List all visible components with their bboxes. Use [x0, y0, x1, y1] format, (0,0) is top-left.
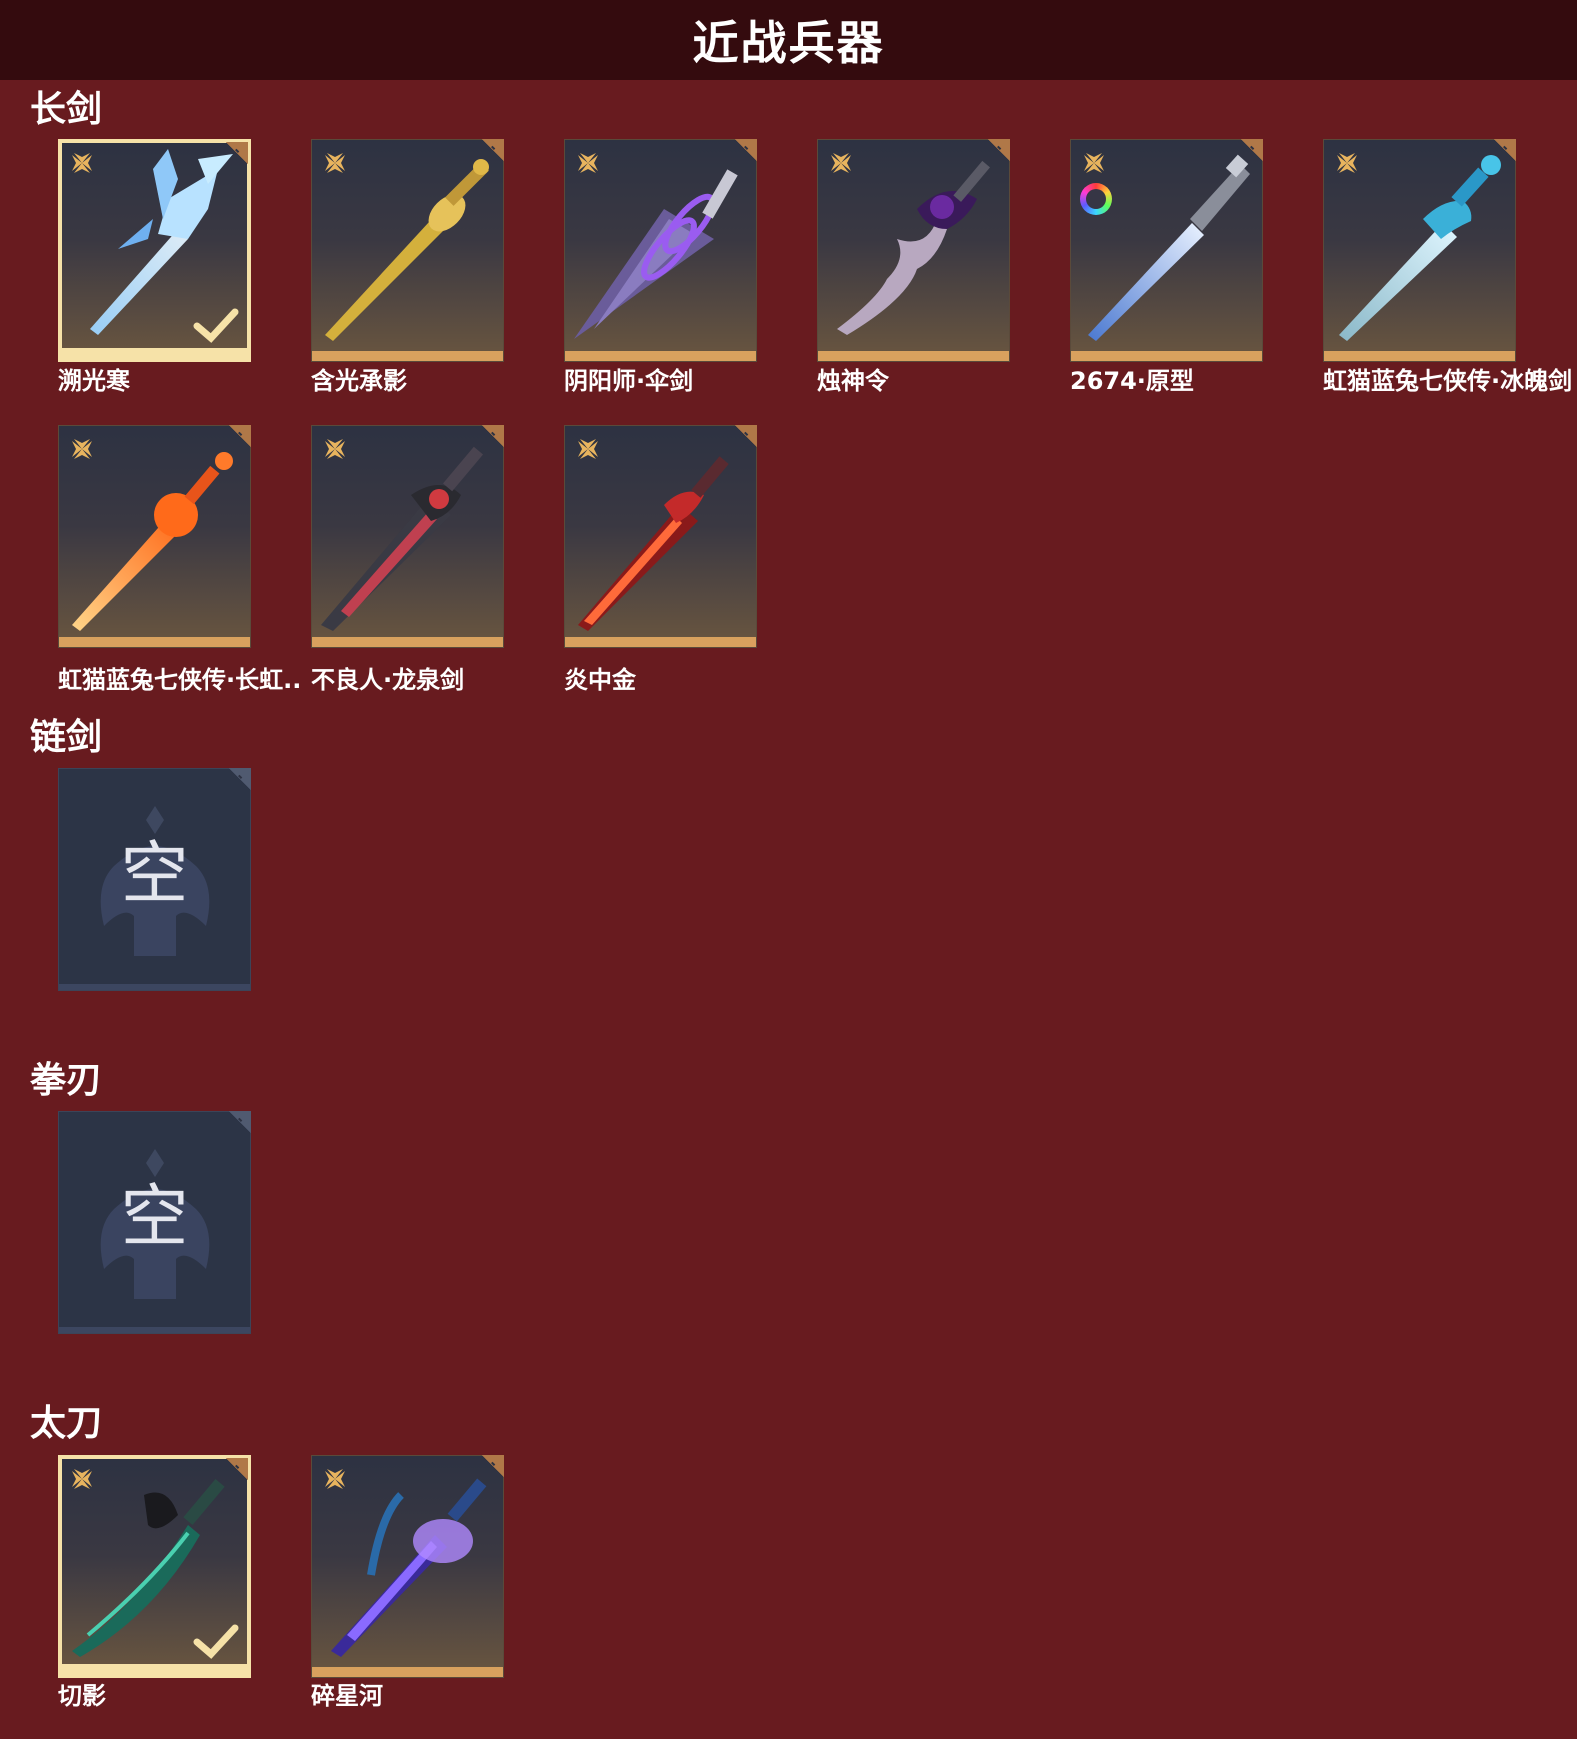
weapon-tile-katana-0[interactable] — [58, 1455, 251, 1678]
weapon-tile-8[interactable] — [564, 425, 757, 648]
weapon-tile-5[interactable] — [1323, 139, 1516, 362]
weapon-tile-4[interactable] — [1070, 139, 1263, 362]
weapon-name: 碎星河 — [311, 1682, 383, 1710]
quality-star-icon — [1337, 153, 1357, 173]
weapon-name: 含光承影 — [311, 367, 407, 395]
quality-star-icon — [325, 439, 345, 459]
section-label-katana: 太刀 — [30, 1403, 103, 1444]
weapon-name: 烛神令 — [817, 367, 889, 395]
quality-star-icon — [578, 439, 598, 459]
page-title: 近战兵器 — [692, 16, 885, 70]
empty-slot-fist-blade[interactable]: 空 — [58, 1111, 251, 1334]
section-label-long-sword: 长剑 — [30, 89, 103, 130]
weapon-tile-7[interactable] — [311, 425, 504, 648]
empty-slot-chain-sword[interactable]: 空 — [58, 768, 251, 991]
weapon-name: 2674·原型 — [1070, 367, 1194, 395]
quality-star-icon — [72, 439, 92, 459]
check-icon — [193, 308, 239, 343]
quality-star-icon — [578, 153, 598, 173]
weapon-name: 虹猫蓝兔七侠传·冰魄剑 — [1323, 367, 1573, 395]
quality-star-icon — [1084, 153, 1104, 173]
weapon-tile-2[interactable] — [564, 139, 757, 362]
quality-star-icon — [72, 1469, 92, 1489]
weapon-name: 不良人·龙泉剑 — [311, 666, 465, 694]
corner-tag-icon — [229, 768, 251, 790]
quality-star-icon — [72, 153, 92, 173]
title-bar: 近战兵器 — [0, 0, 1577, 80]
weapon-name: 虹猫蓝兔七侠传·长虹.. — [58, 666, 302, 694]
check-icon — [193, 1624, 239, 1659]
weapon-name: 溯光寒 — [58, 367, 130, 395]
corner-tag-icon — [229, 1111, 251, 1133]
weapon-tile-3[interactable] — [817, 139, 1010, 362]
quality-star-icon — [325, 1469, 345, 1489]
weapon-tile-0[interactable] — [58, 139, 251, 362]
dye-color-wheel-icon — [1080, 183, 1112, 215]
empty-label: 空 — [120, 835, 189, 914]
weapon-tile-1[interactable] — [311, 139, 504, 362]
section-label-chain-sword: 链剑 — [30, 717, 103, 758]
quality-star-icon — [831, 153, 851, 173]
weapon-tile-6[interactable] — [58, 425, 251, 648]
empty-label: 空 — [120, 1178, 189, 1257]
weapon-name: 切影 — [58, 1682, 106, 1710]
weapon-name: 阴阳师·伞剑 — [564, 367, 694, 395]
section-label-fist-blade: 拳刃 — [30, 1060, 103, 1101]
weapon-name: 炎中金 — [564, 666, 636, 694]
weapon-tile-katana-1[interactable] — [311, 1455, 504, 1678]
quality-star-icon — [325, 153, 345, 173]
